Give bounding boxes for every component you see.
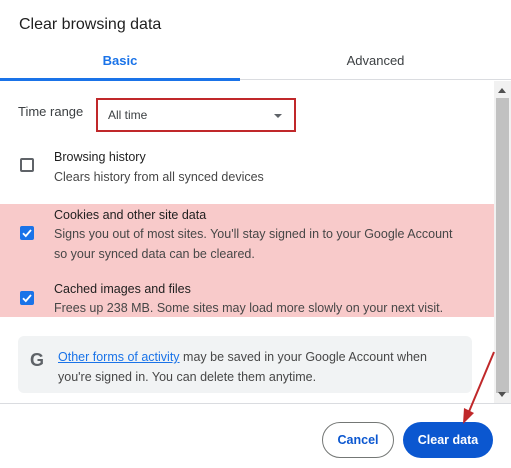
option-title: Cookies and other site data (54, 208, 207, 222)
tab-bar: Basic Advanced (0, 46, 511, 81)
checkmark-icon (22, 229, 32, 238)
time-range-label: Time range (18, 104, 84, 119)
info-text: Other forms of activity may be saved in … (58, 347, 463, 387)
activity-info-box: G Other forms of activity may be saved i… (18, 336, 472, 393)
cookies-checkbox[interactable] (20, 226, 34, 240)
option-title: Browsing history (54, 150, 146, 164)
option-cached-images[interactable]: Cached images and files Frees up 238 MB.… (0, 279, 494, 317)
scroll-up-arrow-icon[interactable] (498, 88, 506, 93)
option-browsing-history[interactable]: Browsing history Clears history from all… (0, 141, 494, 191)
info-text-line2: you're signed in. You can delete them an… (58, 370, 317, 384)
cached-images-checkbox[interactable] (20, 291, 34, 305)
checkmark-icon (22, 294, 32, 303)
other-activity-link[interactable]: Other forms of activity (58, 350, 180, 364)
google-g-icon: G (30, 350, 45, 370)
browsing-history-checkbox[interactable] (20, 158, 34, 172)
scroll-thumb[interactable] (496, 98, 509, 393)
clear-browsing-data-dialog: Clear browsing data Basic Advanced Time … (0, 0, 511, 468)
options-scroll-area[interactable]: Time range All time Browsing history Cle… (0, 81, 511, 403)
dropdown-caret-icon (274, 114, 282, 118)
tab-basic[interactable]: Basic (0, 46, 240, 80)
time-range-value: All time (108, 108, 148, 122)
scrollbar[interactable] (494, 81, 511, 403)
tab-advanced[interactable]: Advanced (240, 46, 511, 80)
option-cookies[interactable]: Cookies and other site data Signs you ou… (0, 204, 494, 279)
dialog-footer: Cancel Clear data (0, 403, 511, 468)
dialog-title: Clear browsing data (19, 16, 162, 33)
scroll-down-arrow-icon[interactable] (498, 392, 506, 397)
time-range-select[interactable]: All time (96, 98, 296, 132)
clear-data-button[interactable]: Clear data (403, 422, 493, 458)
option-description-line2: so your synced data can be cleared. (54, 247, 255, 261)
cancel-button[interactable]: Cancel (322, 422, 394, 458)
option-description-line1: Signs you out of most sites. You'll stay… (54, 227, 453, 241)
option-title: Cached images and files (54, 282, 191, 296)
option-description: Clears history from all synced devices (54, 170, 264, 184)
option-description: Frees up 238 MB. Some sites may load mor… (54, 301, 444, 315)
info-text-line1: may be saved in your Google Account when (179, 350, 427, 364)
